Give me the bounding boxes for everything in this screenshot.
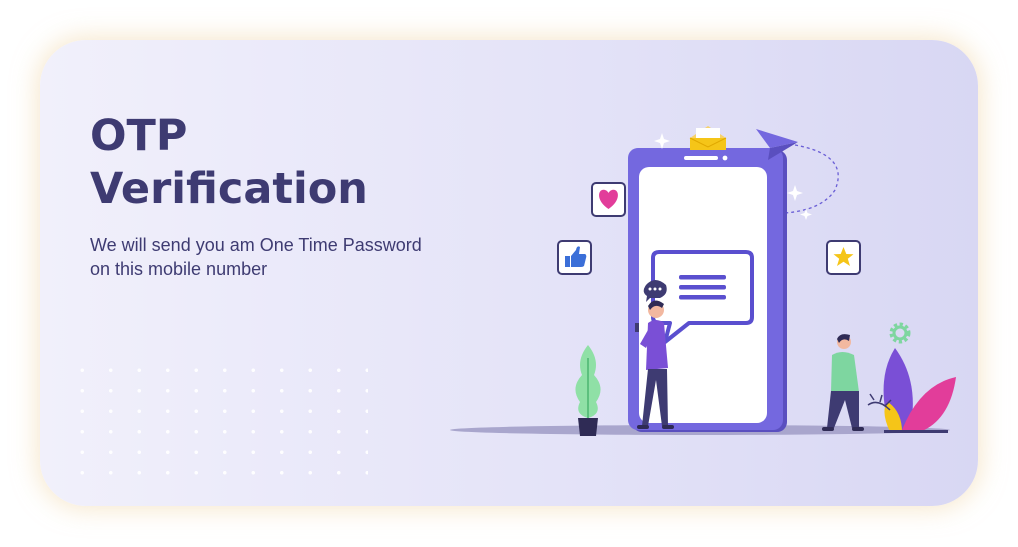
decorative-leaves [867,348,956,433]
heart-icon [591,182,626,217]
star-icon [826,240,861,275]
thumbs-up-icon [557,240,592,275]
subtitle-line-1: We will send you am One Time Password [90,235,422,255]
title-line-1: OTP [90,111,188,161]
envelope-icon [689,126,727,150]
page-title: OTP Verification [90,110,368,216]
otp-illustration [450,126,956,436]
gear-icon [889,322,911,344]
title-line-2: Verification [90,164,368,214]
person-standing [822,334,864,431]
otp-verification-card: OTP Verification We will send you am One… [40,40,978,506]
page-subtitle: We will send you am One Time Password on… [90,233,490,281]
plane-trail [784,144,839,214]
subtitle-line-2: on this mobile number [90,259,268,279]
dot-pattern-decoration [68,360,368,480]
potted-plant [575,345,601,436]
